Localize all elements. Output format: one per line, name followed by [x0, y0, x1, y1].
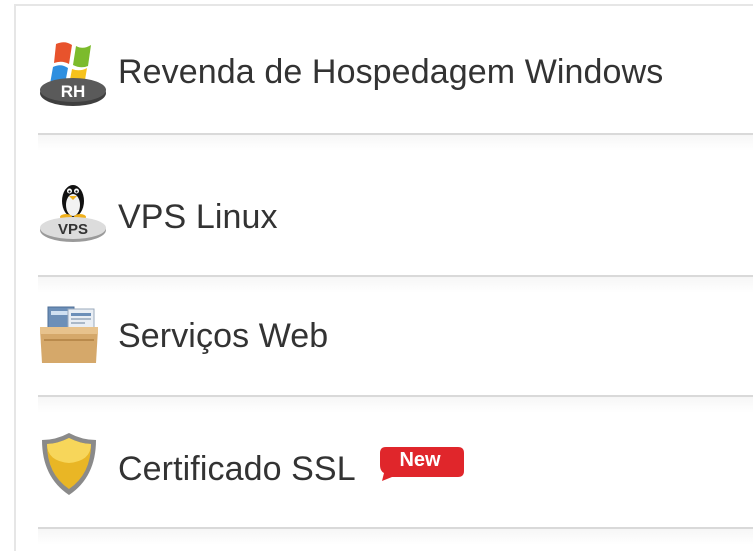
- menu-panel: RH Revenda de Hospedagem Windows VPS VPS…: [14, 4, 753, 559]
- linux-vps-icon: VPS: [40, 185, 106, 242]
- menu-item-web-services[interactable]: Serviços Web: [38, 277, 753, 397]
- rh-icon-text: RH: [61, 82, 86, 101]
- menu-item-ssl-certificate[interactable]: Certificado SSL New: [38, 397, 753, 529]
- vps-icon-text: VPS: [58, 221, 88, 238]
- menu-item-label: Revenda de Hospedagem Windows: [118, 53, 664, 91]
- menu-item-label: VPS Linux: [118, 198, 278, 236]
- web-services-box-icon: [40, 306, 98, 363]
- windows-reseller-icon: RH: [40, 42, 106, 106]
- menu-item-next[interactable]: [38, 529, 753, 559]
- menu-item-label: Certificado SSL: [118, 450, 356, 488]
- menu-item-vps-linux[interactable]: VPS VPS Linux: [38, 135, 753, 277]
- new-badge-label: New: [399, 449, 441, 471]
- ssl-shield-icon: [42, 433, 96, 495]
- menu-item-windows-reseller[interactable]: RH Revenda de Hospedagem Windows: [38, 12, 753, 135]
- menu-item-label: Serviços Web: [118, 317, 329, 355]
